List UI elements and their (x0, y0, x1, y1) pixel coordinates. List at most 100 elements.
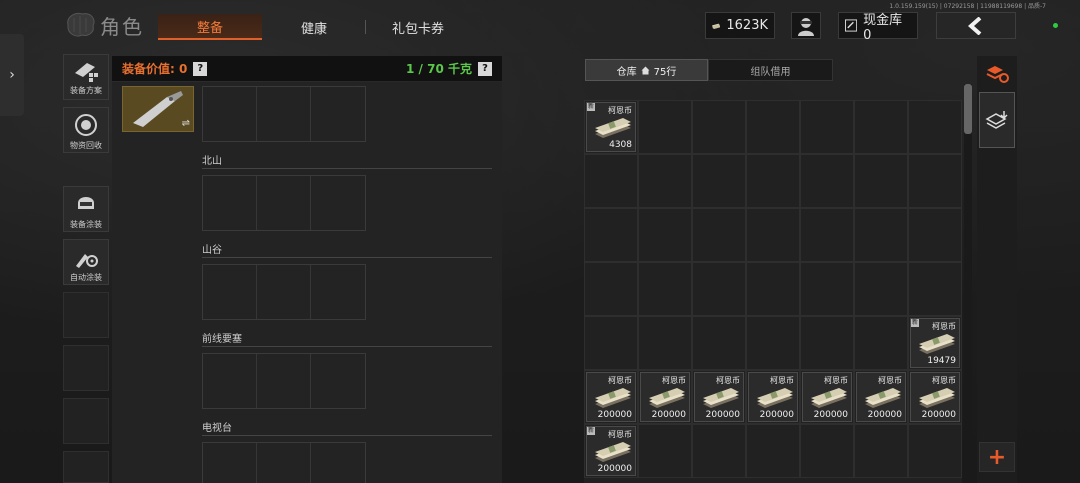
warehouse-cell[interactable] (800, 100, 854, 154)
warehouse-cell[interactable]: 柯恩币 200000 (908, 370, 962, 424)
equipment-slot[interactable] (203, 176, 257, 230)
warehouse-cell[interactable]: 柯恩币 200000 (638, 370, 692, 424)
warehouse-cell[interactable] (854, 154, 908, 208)
currency-display[interactable]: 1623K (705, 12, 775, 39)
warehouse-cell[interactable] (800, 316, 854, 370)
inventory-item[interactable]: 柯恩币 200000 (694, 372, 744, 422)
inventory-item[interactable]: 柯恩币 200000 (640, 372, 690, 422)
equipment-slot[interactable] (203, 354, 257, 408)
equipment-slot[interactable] (257, 87, 311, 141)
warehouse-cell[interactable] (800, 154, 854, 208)
warehouse-cell[interactable] (692, 208, 746, 262)
character-button[interactable] (791, 12, 821, 39)
warehouse-cell[interactable] (692, 316, 746, 370)
inventory-item[interactable]: 柯恩币 200000 (910, 372, 960, 422)
expand-sidebar-button[interactable]: › (0, 34, 24, 116)
equipment-slot[interactable] (311, 265, 365, 319)
stash-organize-button[interactable] (979, 92, 1015, 148)
warehouse-cell[interactable] (638, 262, 692, 316)
warehouse-cell[interactable] (638, 154, 692, 208)
warehouse-cell[interactable] (746, 424, 800, 478)
warehouse-cell[interactable] (638, 208, 692, 262)
warehouse-cell[interactable]: 新 柯恩币 200000 (584, 424, 638, 478)
warehouse-cell[interactable] (638, 316, 692, 370)
warehouse-cell[interactable] (854, 316, 908, 370)
weapon-slot[interactable]: ⇌ (122, 86, 194, 132)
warehouse-cell[interactable] (908, 208, 962, 262)
warehouse-cell[interactable] (854, 208, 908, 262)
sort-button[interactable] (979, 56, 1015, 92)
warehouse-cell[interactable] (908, 154, 962, 208)
add-button[interactable]: + (979, 442, 1015, 472)
warehouse-cell[interactable] (800, 208, 854, 262)
warehouse-scrollbar[interactable] (964, 84, 972, 483)
weight-help-button[interactable]: ? (478, 61, 492, 76)
warehouse-cell[interactable]: 柯恩币 200000 (584, 370, 638, 424)
warehouse-cell[interactable] (746, 262, 800, 316)
warehouse-cell[interactable] (908, 424, 962, 478)
warehouse-cell[interactable] (800, 424, 854, 478)
item-quantity: 200000 (651, 410, 686, 420)
warehouse-cell[interactable] (584, 262, 638, 316)
tab-team-borrow[interactable]: 组队借用 (708, 59, 833, 81)
item-quantity: 200000 (705, 410, 740, 420)
inventory-item[interactable]: 柯恩币 200000 (748, 372, 798, 422)
inventory-item[interactable]: 柯恩币 200000 (802, 372, 852, 422)
warehouse-cell[interactable]: 柯恩币 200000 (746, 370, 800, 424)
inventory-item[interactable]: 新 柯恩币 4308 (586, 102, 636, 152)
warehouse-cell[interactable] (746, 316, 800, 370)
equipment-slot[interactable] (311, 354, 365, 408)
warehouse-cell[interactable]: 柯恩币 200000 (854, 370, 908, 424)
back-button[interactable] (936, 12, 1016, 39)
warehouse-cell[interactable] (638, 100, 692, 154)
tab-health[interactable]: 健康 (264, 14, 364, 40)
warehouse-cell[interactable]: 柯恩币 200000 (800, 370, 854, 424)
item-quantity: 200000 (921, 410, 956, 420)
warehouse-cell[interactable] (584, 154, 638, 208)
warehouse-cell[interactable] (692, 424, 746, 478)
auto-paint-button[interactable]: 自动涂装 (63, 239, 109, 285)
equipment-slot[interactable] (203, 87, 257, 141)
cash-vault-button[interactable]: 现金库 0 (838, 12, 918, 43)
tab-gift-cards[interactable]: 礼包卡券 (366, 14, 470, 40)
equipment-slot[interactable] (203, 443, 257, 483)
warehouse-cell[interactable] (800, 262, 854, 316)
warehouse-cell[interactable] (854, 262, 908, 316)
inventory-item[interactable]: 柯恩币 200000 (856, 372, 906, 422)
inventory-item[interactable]: 新 柯恩币 200000 (586, 426, 636, 476)
warehouse-cell[interactable] (908, 262, 962, 316)
warehouse-cell[interactable] (746, 208, 800, 262)
equipment-slot[interactable] (257, 265, 311, 319)
warehouse-cell[interactable] (746, 154, 800, 208)
warehouse-cell[interactable] (692, 100, 746, 154)
warehouse-cell[interactable] (908, 100, 962, 154)
equipment-slot[interactable] (257, 443, 311, 483)
tab-warehouse[interactable]: 仓库 75行 (585, 59, 708, 81)
warehouse-cell[interactable] (692, 154, 746, 208)
warehouse-cell[interactable] (854, 424, 908, 478)
equipment-skin-button[interactable]: 装备涂装 (63, 186, 109, 232)
warehouse-cell[interactable]: 新 柯恩币 4308 (584, 100, 638, 154)
equipment-value-help-button[interactable]: ? (193, 61, 208, 76)
swap-icon[interactable]: ⇌ (182, 118, 190, 129)
inventory-item[interactable]: 新 柯恩币 19479 (910, 318, 960, 368)
equipment-slot[interactable] (311, 176, 365, 230)
equipment-slot[interactable] (257, 176, 311, 230)
loadout-plan-button[interactable]: 装备方案 (63, 54, 109, 100)
warehouse-cell[interactable] (692, 262, 746, 316)
warehouse-cell[interactable]: 柯恩币 200000 (692, 370, 746, 424)
warehouse-cell[interactable] (638, 424, 692, 478)
warehouse-cell[interactable] (854, 100, 908, 154)
recycle-button[interactable]: 物资回收 (63, 107, 109, 153)
equipment-slot[interactable] (311, 87, 365, 141)
equipment-slot[interactable] (203, 265, 257, 319)
tab-equipment[interactable]: 整备 (158, 14, 262, 40)
equipment-slot[interactable] (257, 354, 311, 408)
warehouse-cell[interactable] (584, 316, 638, 370)
equipment-slot[interactable] (311, 443, 365, 483)
warehouse-cell[interactable] (584, 208, 638, 262)
scrollbar-thumb[interactable] (964, 84, 972, 134)
inventory-item[interactable]: 柯恩币 200000 (586, 372, 636, 422)
warehouse-cell[interactable] (746, 100, 800, 154)
warehouse-cell[interactable]: 新 柯恩币 19479 (908, 316, 962, 370)
